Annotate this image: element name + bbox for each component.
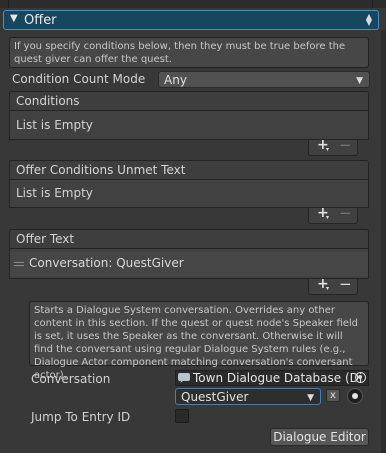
object-picker-icon[interactable]	[355, 372, 366, 383]
add-dropdown-chevron-icon: ▾	[326, 214, 330, 221]
remove-offer-text-button[interactable]: −	[339, 275, 352, 293]
foldout-arrow-icon: ▼	[10, 13, 18, 24]
empty-list-text: List is Empty	[16, 186, 93, 200]
dialogue-editor-button[interactable]: Dialogue Editor	[270, 428, 369, 446]
scrollbar-track[interactable]	[381, 30, 386, 453]
help-box-offer: If you specify conditions below, then th…	[9, 37, 369, 68]
list-header-title: Offer Text	[16, 232, 75, 246]
dropdown-value: QuestGiver	[181, 390, 249, 404]
condition-count-mode-label: Condition Count Mode	[12, 72, 146, 86]
dialogue-database-icon	[178, 373, 190, 383]
top-toolbar-strip	[0, 0, 386, 8]
drag-handle-icon[interactable]	[14, 262, 24, 263]
help-text: If you specify conditions below, then th…	[14, 41, 346, 65]
strip-divider	[8, 0, 9, 8]
offer-conditions-unmet-header: Offer Conditions Unmet Text	[9, 160, 369, 180]
dropdown-value: Any	[164, 73, 187, 87]
up-down-icon[interactable]: ▲ ▼	[366, 13, 372, 27]
foldout-title: Offer	[24, 13, 57, 28]
jump-to-entry-label: Jump To Entry ID	[31, 410, 131, 424]
dialogue-database-field[interactable]: Town Dialogue Database (Di	[175, 370, 369, 386]
help-box-conversation: Starts a Dialogue System conversation. O…	[29, 301, 369, 381]
remove-condition-button[interactable]: −	[339, 136, 352, 154]
jump-to-entry-checkbox[interactable]	[175, 409, 189, 423]
list-header-title: Offer Conditions Unmet Text	[16, 163, 186, 177]
list-item-label: Conversation: QuestGiver	[29, 256, 184, 270]
empty-list-text: List is Empty	[16, 118, 93, 132]
select-conversation-circle-button[interactable]	[347, 388, 363, 404]
add-dropdown-chevron-icon: ▾	[326, 146, 330, 153]
conversation-label: Conversation	[31, 372, 111, 386]
list-item[interactable]: Conversation: QuestGiver	[10, 252, 368, 276]
offer-conditions-unmet-footer: + ▾ −	[308, 204, 358, 224]
offer-foldout-header[interactable]: ▼ Offer ▲ ▼	[3, 10, 379, 30]
remove-unmet-text-button[interactable]: −	[339, 204, 352, 222]
database-name: Town Dialogue Database (Di	[193, 371, 363, 385]
add-dropdown-chevron-icon: ▾	[326, 285, 330, 292]
dropdown-caret-icon: ▼	[356, 76, 363, 86]
conditions-list-body: List is Empty	[9, 111, 369, 140]
offer-text-header: Offer Text	[9, 229, 369, 249]
conditions-list-footer: + ▾ −	[308, 136, 358, 156]
dropdown-caret-icon: ▼	[307, 393, 314, 403]
offer-conditions-unmet-body: List is Empty	[9, 180, 369, 208]
offer-text-footer: + ▾ −	[308, 275, 358, 295]
strip-divider	[372, 0, 373, 8]
conditions-list-header: Conditions	[9, 91, 369, 111]
condition-count-mode-dropdown[interactable]: Any ▼	[158, 71, 370, 88]
list-header-title: Conditions	[16, 94, 80, 108]
clear-conversation-button[interactable]: x	[326, 389, 340, 402]
conversation-select[interactable]: QuestGiver ▼	[175, 388, 321, 405]
